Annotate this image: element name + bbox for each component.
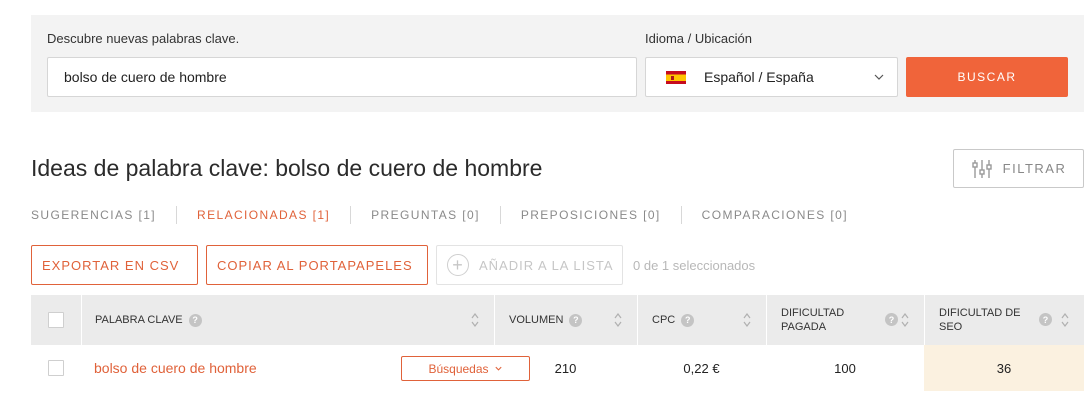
row-checkbox[interactable] [48,360,64,376]
search-panel: Descubre nuevas palabras clave. Idioma /… [31,15,1084,112]
column-seo-difficulty-label: DIFICULTAD DE SEO [939,307,1021,333]
paid-difficulty-cell: 100 [834,360,856,376]
page-title: Ideas de palabra clave: bolso de cuero d… [31,155,543,181]
copy-clipboard-button[interactable]: COPIAR AL PORTAPAPELES [206,245,428,285]
sort-icon[interactable] [1060,311,1070,329]
help-icon[interactable]: ? [188,313,202,327]
sort-icon[interactable] [613,311,623,329]
tab-sugerencias[interactable]: SUGERENCIAS [1] [31,208,156,222]
column-cpc[interactable]: CPC ? [637,295,766,345]
table-header: PALABRA CLAVE ? VOLUMEN ? CPC ? DIFICULT… [31,295,1084,345]
column-keyword[interactable]: PALABRA CLAVE ? [81,295,494,345]
search-button[interactable]: BUSCAR [906,57,1068,97]
copy-clipboard-label: COPIAR AL PORTAPAPELES [217,257,413,273]
language-value: Español / España [704,69,814,85]
keyword-tabs: SUGERENCIAS [1] RELACIONADAS [1] PREGUNT… [31,205,848,225]
help-icon[interactable]: ? [1039,313,1052,326]
tab-divider [350,206,352,224]
tab-relacionadas[interactable]: RELACIONADAS [1] [197,208,330,222]
tab-divider [680,206,682,224]
chevron-down-icon [874,74,884,80]
header-checkbox-cell [31,295,81,345]
column-paid-difficulty-label: DIFICULTAD PAGADA [781,307,845,333]
row-checkbox-cell [31,345,81,391]
volume-cell: 210 [554,360,577,376]
sort-icon[interactable] [900,311,910,329]
language-select[interactable]: Español / España [645,57,898,97]
filter-sliders-icon [971,159,992,178]
help-icon[interactable]: ? [885,313,898,326]
language-label: Idioma / Ubicación [645,31,752,46]
filter-button[interactable]: FILTRAR [953,149,1084,188]
column-cpc-label: CPC [652,314,676,326]
add-to-list-button[interactable]: + AÑADIR A LA LISTA [436,245,623,285]
keyword-input[interactable] [47,57,637,97]
tab-preguntas[interactable]: PREGUNTAS [0] [371,208,480,222]
column-paid-difficulty[interactable]: DIFICULTAD PAGADA ? [766,295,924,345]
sort-icon[interactable] [742,311,752,329]
column-keyword-label: PALABRA CLAVE [95,314,183,326]
table-row: bolso de cuero de hombre Búsquedas 210 0… [31,345,1084,391]
select-all-checkbox[interactable] [48,312,64,328]
help-icon[interactable]: ? [681,313,695,327]
seo-difficulty-cell: 36 [924,345,1084,391]
cpc-cell: 0,22 € [683,360,720,376]
spain-flag-icon [666,70,686,84]
keyword-link[interactable]: bolso de cuero de hombre [94,360,257,376]
column-volume[interactable]: VOLUMEN ? [494,295,637,345]
keyword-label: Descubre nuevas palabras clave. [47,31,240,46]
keywords-table: PALABRA CLAVE ? VOLUMEN ? CPC ? DIFICULT… [31,295,1084,391]
add-to-list-label: AÑADIR A LA LISTA [479,257,614,273]
tab-divider [176,206,178,224]
tab-comparaciones[interactable]: COMPARACIONES [0] [702,208,848,222]
tab-divider [499,206,501,224]
column-seo-difficulty[interactable]: DIFICULTAD DE SEO ? [924,295,1084,345]
keyword-cell: bolso de cuero de hombre Búsquedas [81,345,530,391]
tab-preposiciones[interactable]: PREPOSICIONES [0] [521,208,661,222]
plus-circle-icon: + [447,254,469,276]
help-icon[interactable]: ? [569,313,583,327]
searches-label: Búsquedas [428,361,489,376]
export-csv-label: EXPORTAR EN CSV [42,257,180,273]
filter-label: FILTRAR [1002,161,1067,176]
selection-count: 0 de 1 seleccionados [633,258,756,273]
column-volume-label: VOLUMEN [509,314,564,326]
export-csv-button[interactable]: EXPORTAR EN CSV [31,245,198,285]
sort-icon[interactable] [470,311,480,329]
